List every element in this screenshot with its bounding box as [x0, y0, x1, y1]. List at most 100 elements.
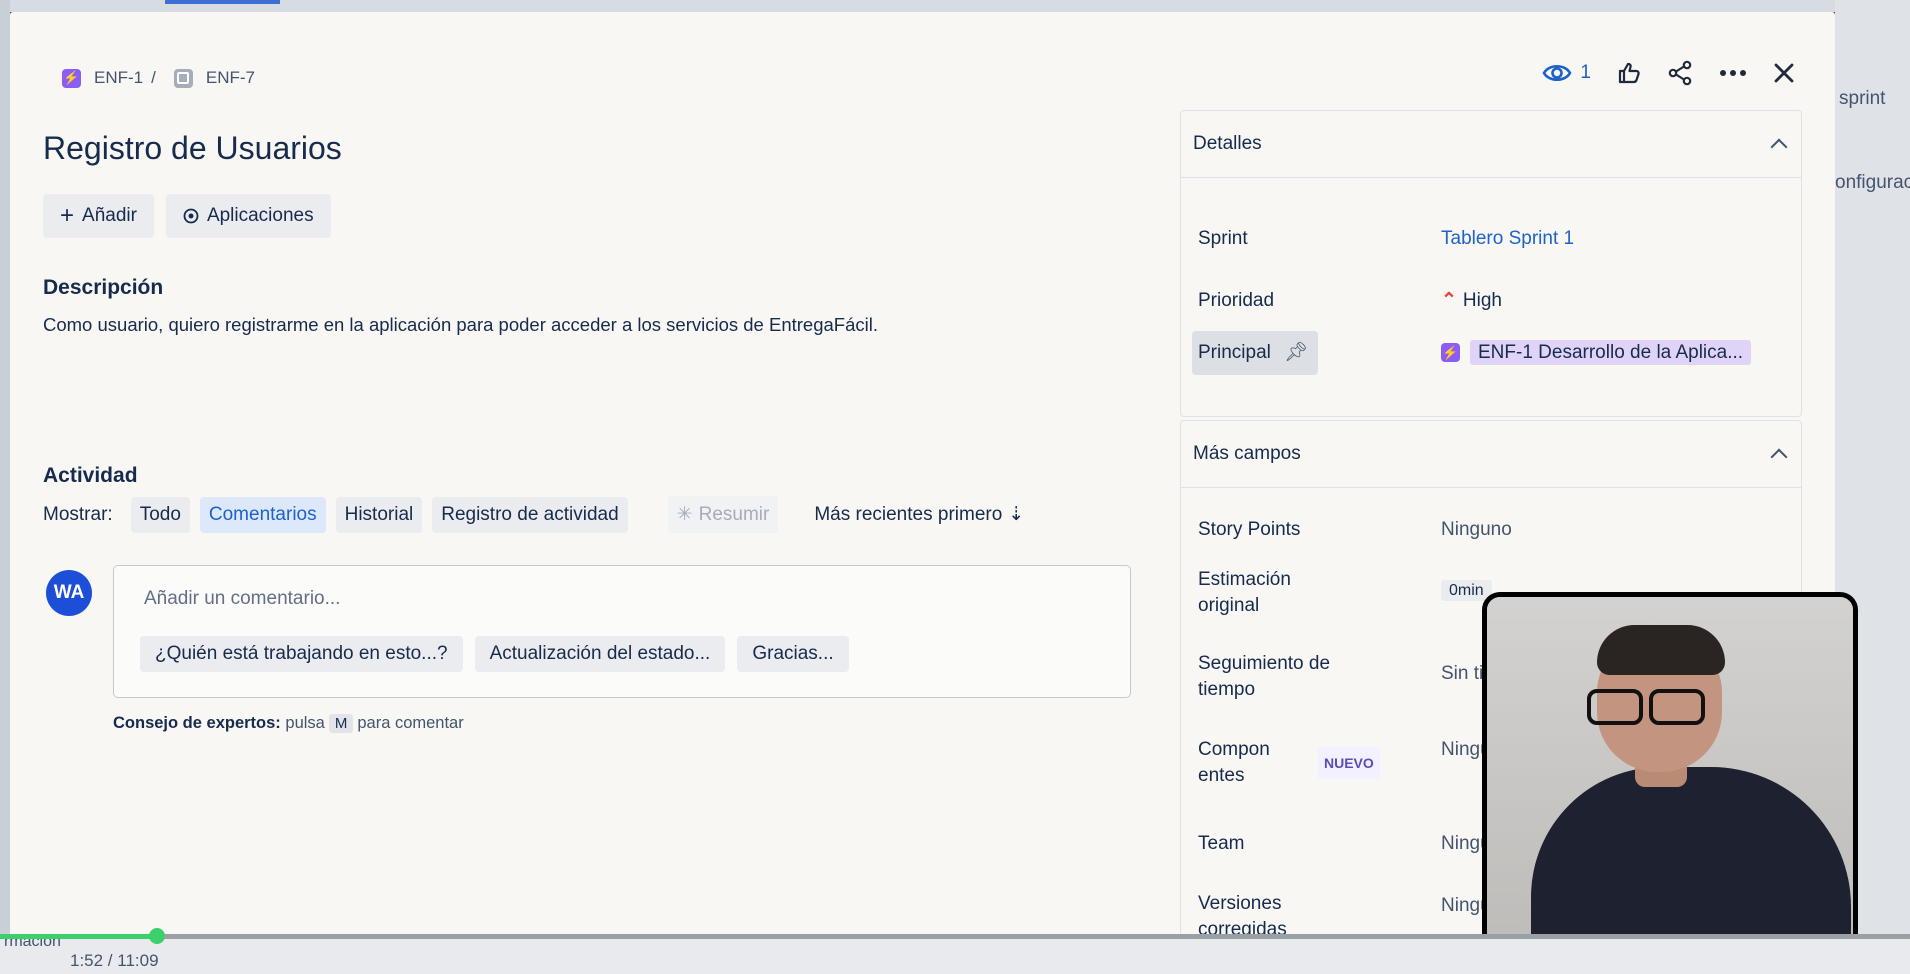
share-button[interactable]: [1667, 60, 1693, 86]
priority-label: Prioridad: [1198, 290, 1275, 311]
fix-versions-label: Versiones corregidas: [1198, 891, 1287, 937]
issue-toolbar: + Añadir Aplicaciones: [43, 194, 331, 238]
show-label: Mostrar:: [43, 503, 113, 525]
video-progress-handle[interactable]: [148, 928, 165, 944]
epic-icon: ⚡: [62, 68, 81, 88]
activity-filter-bar: Mostrar: Todo Comentarios Historial Regi…: [43, 496, 1024, 533]
description-text[interactable]: Como usuario, quiero registrarme en la a…: [43, 314, 878, 336]
sprint-value[interactable]: Tablero Sprint 1: [1441, 226, 1574, 252]
video-player-bar: rmación 1:52 / 11:09: [0, 933, 1910, 974]
video-progress-fill: [0, 934, 157, 939]
parent-value[interactable]: ⚡ ENF-1 Desarrollo de la Aplica...: [1441, 340, 1752, 366]
pin-icon[interactable]: 📌︎: [1284, 342, 1308, 363]
apps-button-label: Aplicaciones: [206, 205, 314, 226]
chevron-up-icon: [1770, 448, 1788, 465]
background-config-text: onfigurac: [1835, 172, 1910, 193]
filter-activity-log[interactable]: Registro de actividad: [432, 496, 628, 533]
chevron-up-icon: [1770, 138, 1788, 155]
add-button-label: Añadir: [82, 205, 137, 226]
close-button[interactable]: [1773, 62, 1795, 84]
more-fields-heading: Más campos: [1193, 443, 1301, 464]
watch-button[interactable]: 1: [1542, 62, 1591, 84]
sort-icon: ⇣: [1008, 504, 1025, 525]
breadcrumb-current-link[interactable]: ENF-7: [206, 68, 255, 88]
pro-tip-bold: Consejo de expertos:: [113, 714, 281, 732]
background-tab-indicator: [165, 0, 280, 4]
sparkle-icon: ✳: [676, 504, 693, 525]
story-points-value[interactable]: Ninguno: [1441, 517, 1512, 543]
presenter-hair: [1597, 625, 1725, 675]
time-tracking-label: Seguimiento de tiempo: [1198, 651, 1330, 703]
shortcut-key: M: [328, 714, 354, 733]
original-estimate-label-line1: Estimación: [1198, 569, 1291, 590]
close-icon: [1774, 63, 1794, 83]
original-estimate-label: Estimación original: [1198, 567, 1291, 619]
thumbs-up-icon: [1618, 62, 1640, 84]
comment-placeholder: Añadir un comentario...: [144, 588, 341, 609]
time-tracking-value[interactable]: Sin ti: [1441, 661, 1483, 687]
pro-tip-post: para comentar: [357, 714, 464, 732]
watch-count: 1: [1580, 62, 1591, 83]
add-button[interactable]: + Añadir: [43, 194, 154, 238]
fix-versions-label-line1: Versiones: [1198, 893, 1282, 914]
breadcrumb-separator: /: [151, 68, 156, 87]
breadcrumb-parent-link[interactable]: ENF-1: [94, 68, 143, 88]
more-icon: [1720, 70, 1746, 76]
suggestion-who-working[interactable]: ¿Quién está trabajando en esto...?: [140, 636, 463, 672]
team-label: Team: [1198, 833, 1245, 854]
priority-high-icon: ⌃: [1441, 290, 1457, 311]
summarize-button[interactable]: ✳ Resumir: [667, 496, 779, 533]
details-panel-header[interactable]: Detalles: [1181, 111, 1801, 178]
comment-suggestions: ¿Quién está trabajando en esto...? Actua…: [140, 636, 849, 672]
plus-icon: +: [60, 202, 75, 229]
pro-tip: Consejo de expertos: pulsa Mpara comentar: [113, 714, 464, 733]
subtask-icon: [173, 68, 193, 88]
share-icon: [1668, 60, 1692, 86]
sort-button[interactable]: Más recientes primero ⇣: [814, 503, 1024, 526]
pro-tip-pre: pulsa: [285, 714, 325, 732]
filter-all[interactable]: Todo: [130, 496, 190, 533]
breadcrumb: ⚡ ENF-1 / ENF-7: [62, 68, 255, 88]
details-heading: Detalles: [1193, 133, 1262, 154]
parent-label-text: Principal: [1198, 342, 1271, 363]
sprint-label: Sprint: [1198, 228, 1248, 249]
parent-value-text: ENF-1 Desarrollo de la Aplica...: [1470, 340, 1752, 365]
parent-label[interactable]: Principal 📌︎: [1198, 340, 1308, 366]
new-badge: NUEVO: [1318, 747, 1380, 779]
video-progress-track[interactable]: [0, 934, 1910, 939]
priority-value-text: High: [1462, 290, 1502, 311]
like-button[interactable]: [1617, 61, 1641, 85]
video-time: 1:52 / 11:09: [70, 951, 159, 970]
issue-title[interactable]: Registro de Usuarios: [43, 130, 342, 167]
comment-input[interactable]: Añadir un comentario... ¿Quién está trab…: [113, 565, 1131, 698]
eye-icon: [1542, 64, 1572, 82]
more-fields-header[interactable]: Más campos: [1181, 421, 1801, 488]
suggestion-status-update[interactable]: Actualización del estado...: [474, 636, 726, 672]
more-actions-button[interactable]: [1719, 69, 1747, 77]
background-sprint-text: sprint: [1839, 88, 1886, 109]
background-left-strip: [0, 0, 10, 974]
apps-button[interactable]: Aplicaciones: [165, 194, 331, 238]
issue-actions: 1: [1542, 60, 1795, 86]
sort-label: Más recientes primero: [814, 503, 1003, 525]
suggestion-thanks[interactable]: Gracias...: [737, 636, 849, 672]
avatar: WA: [46, 570, 92, 616]
time-tracking-label-line1: Seguimiento de: [1198, 653, 1331, 674]
original-estimate-label-line2: original: [1198, 595, 1260, 616]
filter-history[interactable]: Historial: [335, 496, 423, 533]
story-points-label: Story Points: [1198, 519, 1301, 540]
background-top-bar: [0, 0, 1910, 12]
original-estimate-chip: 0min: [1441, 580, 1492, 601]
summarize-label: Resumir: [698, 503, 770, 525]
details-panel: Detalles Sprint Tablero Sprint 1 Priorid…: [1180, 110, 1802, 417]
webcam-overlay: [1482, 592, 1858, 968]
presenter-glasses: [1587, 689, 1707, 725]
apps-icon: [183, 208, 199, 224]
activity-heading: Actividad: [43, 464, 138, 487]
time-tracking-label-line2: tiempo: [1198, 679, 1256, 700]
description-heading: Descripción: [43, 276, 164, 299]
components-label: Compon entes NUEVO: [1198, 737, 1380, 789]
epic-icon: ⚡: [1441, 343, 1460, 363]
filter-comments[interactable]: Comentarios: [199, 496, 326, 533]
priority-value[interactable]: ⌃ High: [1441, 288, 1502, 314]
